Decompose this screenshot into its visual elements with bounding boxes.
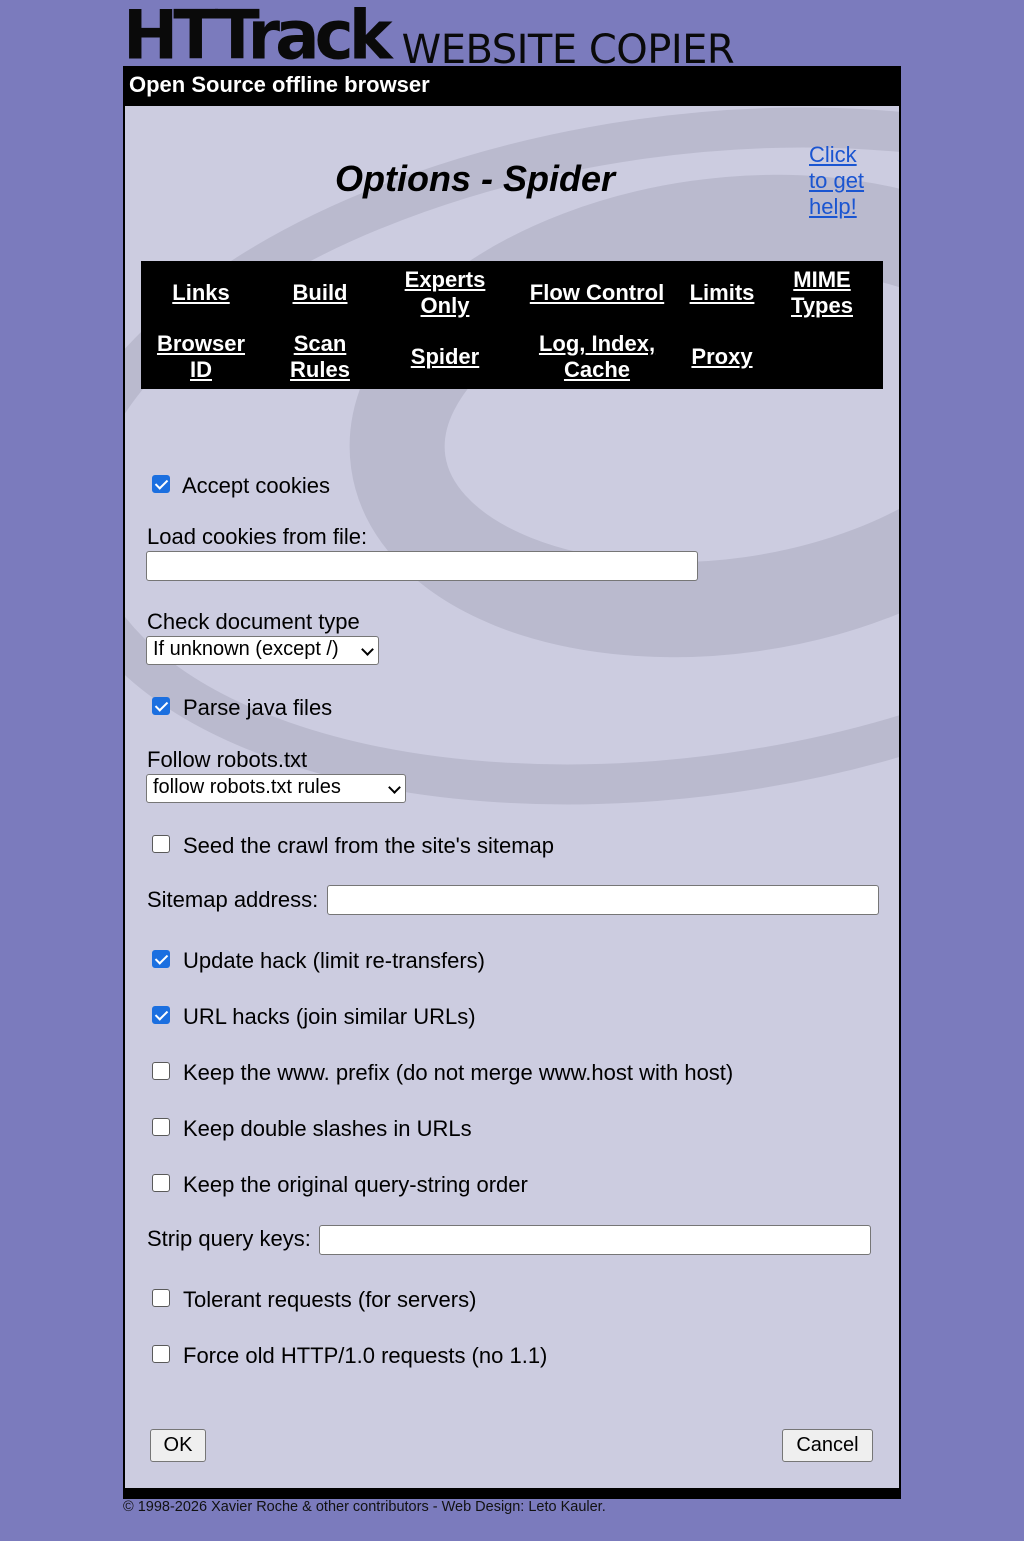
- options-panel: Options - Spider Click to get help! Link…: [125, 106, 899, 1488]
- nav-scan-rules[interactable]: Scan Rules: [285, 331, 355, 383]
- check-doc-type-select[interactable]: If unknown (except /): [146, 636, 379, 665]
- chevron-down-icon: [361, 643, 374, 656]
- keep-www-checkbox[interactable]: [152, 1062, 170, 1080]
- load-cookies-input[interactable]: [146, 551, 698, 581]
- nav-mime-types[interactable]: MIME Types: [787, 267, 857, 319]
- sitemap-seed-checkbox[interactable]: [152, 835, 170, 853]
- url-hacks-label: URL hacks (join similar URLs): [183, 1004, 476, 1029]
- strip-query-label: Strip query keys:: [147, 1226, 311, 1251]
- nav-log-index-cache[interactable]: Log, Index, Cache: [532, 331, 662, 383]
- accept-cookies-checkbox[interactable]: [152, 475, 170, 493]
- nav-browser-id[interactable]: Browser ID: [151, 331, 251, 383]
- logo-main: HTTrack: [123, 0, 393, 75]
- check-doc-type-value: If unknown (except /): [153, 638, 339, 660]
- logo-sub: WEBSITE COPIER: [401, 27, 735, 73]
- keep-www-label: Keep the www. prefix (do not merge www.h…: [183, 1060, 734, 1085]
- nav-limits[interactable]: Limits: [690, 280, 755, 306]
- force-http10-checkbox[interactable]: [152, 1345, 170, 1363]
- keep-query-order-label: Keep the original query-string order: [183, 1172, 528, 1197]
- url-hacks-checkbox[interactable]: [152, 1006, 170, 1024]
- sitemap-seed-label: Seed the crawl from the site's sitemap: [183, 833, 555, 858]
- tolerant-label: Tolerant requests (for servers): [183, 1287, 477, 1312]
- robots-value: follow robots.txt rules: [153, 776, 341, 798]
- site-subtitle: Open Source offline browser: [129, 72, 430, 97]
- options-nav: Links Build Experts Only Flow Control Li…: [141, 261, 883, 389]
- sitemap-address-label: Sitemap address:: [147, 887, 319, 912]
- footer-copyright: © 1998-2026 Xavier Roche & other contrib…: [123, 1499, 606, 1515]
- parse-java-label: Parse java files: [183, 695, 333, 720]
- nav-flow-control[interactable]: Flow Control: [530, 280, 664, 306]
- force-http10-label: Force old HTTP/1.0 requests (no 1.1): [183, 1343, 548, 1368]
- parse-java-checkbox[interactable]: [152, 697, 170, 715]
- ok-button[interactable]: OK: [150, 1429, 206, 1462]
- keep-query-order-checkbox[interactable]: [152, 1174, 170, 1192]
- cancel-button[interactable]: Cancel: [782, 1429, 873, 1462]
- robots-label: Follow robots.txt: [147, 747, 308, 772]
- tolerant-checkbox[interactable]: [152, 1289, 170, 1307]
- keep-slashes-label: Keep double slashes in URLs: [183, 1116, 472, 1141]
- nav-links[interactable]: Links: [172, 280, 229, 306]
- page-title: Options - Spider: [335, 158, 616, 199]
- help-link[interactable]: Click to get help!: [809, 142, 879, 220]
- main-frame: Open Source offline browser Options - Sp…: [123, 66, 901, 1499]
- nav-spider[interactable]: Spider: [411, 344, 479, 370]
- check-doc-type-label: Check document type: [147, 609, 360, 634]
- update-hack-label: Update hack (limit re-transfers): [183, 948, 485, 973]
- update-hack-checkbox[interactable]: [152, 950, 170, 968]
- logo: HTTrack WEBSITE COPIER: [123, 0, 735, 75]
- nav-experts-only[interactable]: Experts Only: [400, 267, 490, 319]
- strip-query-input[interactable]: [319, 1225, 871, 1255]
- nav-proxy[interactable]: Proxy: [691, 344, 752, 370]
- robots-select[interactable]: follow robots.txt rules: [146, 774, 406, 803]
- sitemap-address-input[interactable]: [327, 885, 879, 915]
- load-cookies-label: Load cookies from file:: [147, 524, 368, 549]
- accept-cookies-label: Accept cookies: [182, 473, 330, 498]
- chevron-down-icon: [388, 781, 401, 794]
- nav-build[interactable]: Build: [293, 280, 348, 306]
- keep-slashes-checkbox[interactable]: [152, 1118, 170, 1136]
